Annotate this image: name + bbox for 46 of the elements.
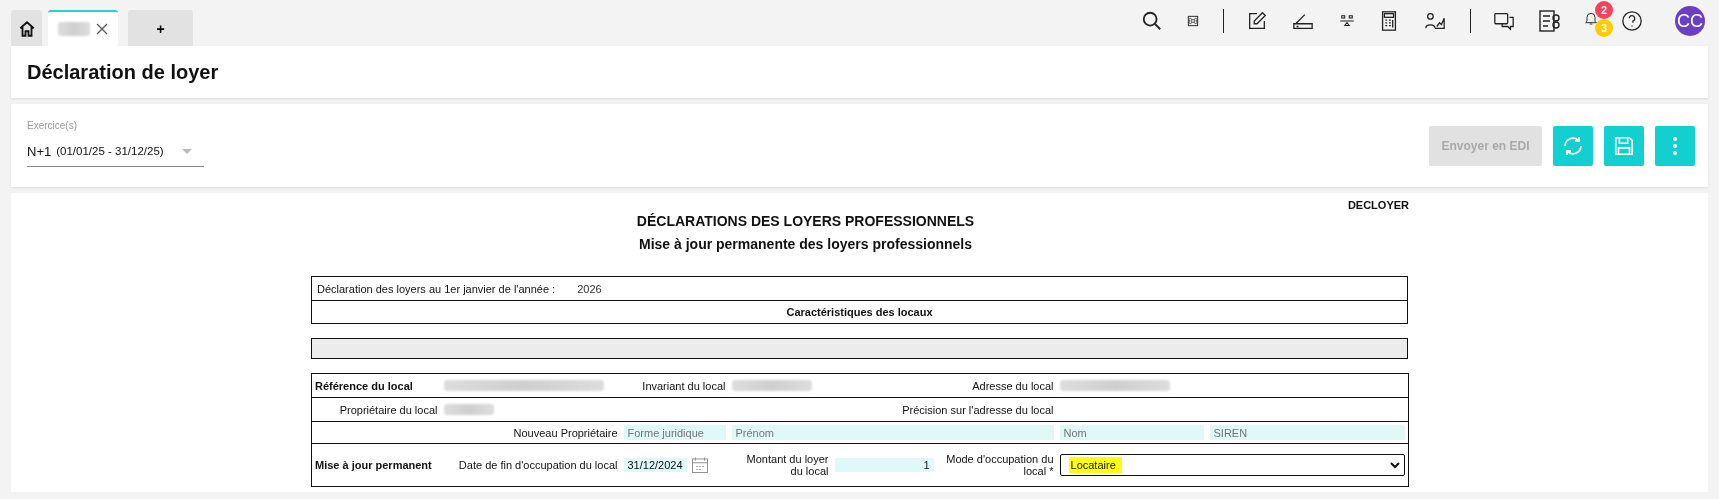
chevron-down-icon: [1390, 461, 1400, 469]
field-label: Référence du local: [311, 373, 441, 398]
field-label: Propriétaire du local: [311, 397, 441, 422]
occupation-mode-select[interactable]: Locataire: [1059, 454, 1405, 476]
chat-icon[interactable]: [1493, 10, 1515, 32]
form-code: DECLOYER: [1347, 199, 1409, 211]
close-icon[interactable]: [96, 23, 108, 35]
field-label: Mode d'occupation du local *: [936, 443, 1057, 487]
field-label: Invariant du local: [620, 373, 729, 398]
caret-icon: [182, 148, 192, 154]
page-title: Déclaration de loyer: [27, 60, 219, 84]
more-icon: [1672, 135, 1678, 156]
amount-field[interactable]: 1: [834, 458, 934, 472]
field-label: Déclaration des loyers au 1er janvier de l'année :: [317, 282, 556, 295]
calendar-icon[interactable]: [690, 456, 709, 474]
field-label: Mise à jour permanent: [311, 443, 441, 487]
help-icon[interactable]: [1621, 10, 1643, 32]
date-field[interactable]: 31/12/2024: [623, 458, 687, 472]
field-label: Montant du loyer du local: [728, 443, 832, 487]
notification-badge: 2: [1595, 1, 1613, 19]
home-icon: [17, 20, 36, 38]
checklist-icon[interactable]: [1537, 9, 1561, 33]
new-tab-button[interactable]: +: [128, 10, 193, 46]
redacted-label: [58, 22, 90, 36]
field-label: Nouveau Propriétaire: [311, 421, 621, 444]
notification-badge: 3: [1595, 19, 1613, 37]
text-field[interactable]: Forme juridique: [623, 425, 726, 440]
search-icon[interactable]: [1141, 10, 1163, 32]
year-value: 2026: [577, 282, 602, 295]
person-chart-icon[interactable]: [1422, 10, 1448, 32]
bell-icon[interactable]: [1583, 10, 1599, 26]
section-title: Caractéristiques des locaux: [786, 306, 933, 318]
edit-icon[interactable]: [1246, 10, 1268, 32]
home-tab[interactable]: [11, 10, 42, 46]
text-field[interactable]: Nom: [1059, 425, 1204, 440]
field-label: Précision sur l'adresse du local: [831, 397, 1057, 422]
form-subtitle: Mise à jour permanente des loyers professionnels: [638, 235, 973, 254]
fiscal-year-select[interactable]: N+1 (01/01/25 - 31/12/25): [27, 136, 204, 167]
user-avatar[interactable]: CC: [1675, 6, 1705, 36]
field-label: Adresse du local: [831, 373, 1057, 398]
redacted-value: [443, 404, 494, 415]
field-label: Date de fin d'occupation du local: [440, 443, 621, 487]
form-title: DÉCLARATIONS DES LOYERS PROFESSIONNELS: [635, 212, 976, 231]
field-label: Exercice(s): [27, 120, 78, 131]
text-field[interactable]: SIREN: [1209, 425, 1405, 440]
text-field[interactable]: Prénom: [731, 425, 1054, 440]
